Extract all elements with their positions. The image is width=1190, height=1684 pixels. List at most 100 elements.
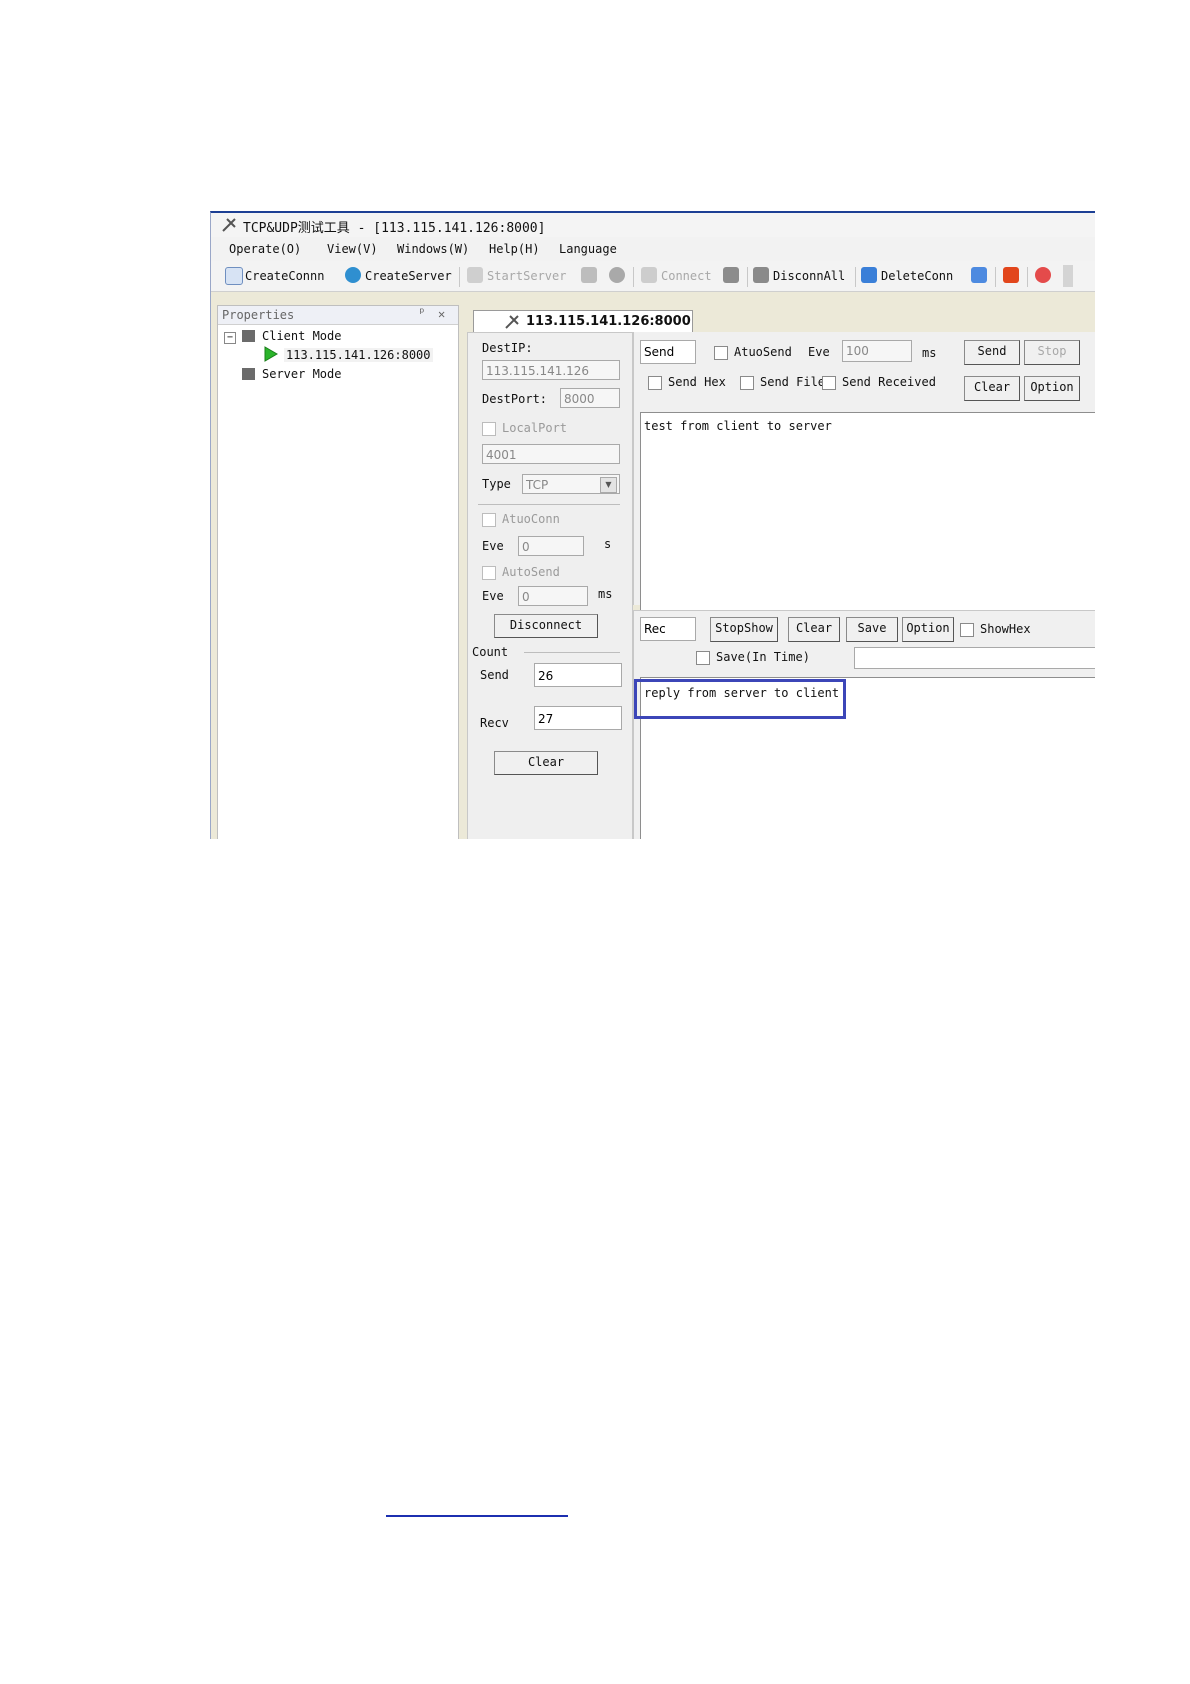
menu-view[interactable]: View(V): [327, 242, 378, 256]
send-textarea[interactable]: test from client to server: [640, 412, 1095, 612]
send-eve-field[interactable]: 100: [842, 340, 912, 362]
delete-conn-icon: [861, 267, 877, 283]
play-icon: [264, 346, 278, 362]
eve-label: Eve: [482, 539, 504, 553]
atuo-conn-label: AtuoConn: [502, 512, 560, 526]
create-conn-icon: [225, 267, 243, 285]
hyperlink-underline[interactable]: [386, 1515, 568, 1517]
stop-show-button[interactable]: StopShow: [710, 617, 778, 642]
recv-option-button[interactable]: Option: [902, 617, 954, 642]
connection-settings: DestIP: 113.115.141.126 DestPort: 8000 L…: [467, 332, 633, 839]
rec-box: Rec: [640, 617, 696, 641]
send-text: test from client to server: [644, 419, 832, 433]
local-port-label: LocalPort: [502, 421, 568, 435]
disconn-all-button[interactable]: DisconnAll: [773, 269, 845, 283]
send-received-label: Send Received: [842, 375, 936, 389]
exit-icon[interactable]: [1035, 267, 1051, 283]
send-count-field[interactable]: 26: [534, 663, 622, 687]
title-bar: TCP&UDP测试工具 - [113.115.141.126:8000]: [211, 213, 1095, 237]
menu-windows[interactable]: Windows(W): [397, 242, 469, 256]
tab-label: 113.115.141.126:8000: [526, 314, 691, 329]
show-hex-checkbox[interactable]: [960, 623, 974, 637]
delete-all-icon[interactable]: [971, 267, 987, 283]
dest-ip-field[interactable]: 113.115.141.126: [482, 360, 620, 380]
menu-language[interactable]: Language: [559, 242, 617, 256]
stop-server-icon[interactable]: [581, 267, 597, 283]
disconn-all-icon: [753, 267, 769, 283]
send-hex-label: Send Hex: [668, 375, 726, 389]
show-hex-label: ShowHex: [980, 622, 1031, 636]
send-hex-checkbox[interactable]: [648, 376, 662, 390]
start-server-button[interactable]: StartServer: [487, 269, 566, 283]
send-ms-label: ms: [922, 346, 937, 360]
eve2-field[interactable]: 0: [518, 586, 588, 606]
local-port-checkbox[interactable]: [482, 422, 496, 436]
properties-header: Properties ᵖ ✕: [218, 306, 458, 325]
auto-send-label: AutoSend: [502, 565, 560, 579]
chevron-down-icon[interactable]: ▼: [600, 477, 617, 493]
atuo-conn-checkbox[interactable]: [482, 513, 496, 527]
cancel-icon[interactable]: [609, 267, 625, 283]
connect-icon: [641, 267, 657, 283]
stop-button[interactable]: Stop: [1024, 340, 1080, 365]
send-panel: Send AtuoSend Eve 100 ms Send Stop Send …: [633, 332, 1095, 612]
disconnect-icon[interactable]: [723, 267, 739, 283]
tree-item-connection[interactable]: 113.115.141.126:8000: [284, 348, 433, 362]
dest-port-field[interactable]: 8000: [560, 388, 620, 408]
count-label: Count: [472, 645, 509, 659]
type-label: Type: [482, 477, 511, 491]
clear-count-button[interactable]: Clear: [494, 751, 598, 775]
create-conn-button[interactable]: CreateConnn: [245, 269, 324, 283]
menu-operate[interactable]: Operate(O): [229, 242, 301, 256]
tree-item-server-mode[interactable]: Server Mode: [262, 367, 341, 381]
tools-icon: [222, 218, 236, 232]
tools-icon: [505, 315, 519, 329]
send-count-label: Send: [480, 668, 509, 682]
properties-title: Properties: [222, 308, 295, 322]
tree-item-client-mode[interactable]: Client Mode: [262, 329, 341, 343]
send-clear-button[interactable]: Clear: [964, 376, 1020, 401]
recv-count-field[interactable]: 27: [534, 706, 622, 730]
type-value: TCP: [526, 478, 549, 492]
disconnect-button[interactable]: Disconnect: [494, 614, 598, 638]
power-icon[interactable]: [1003, 267, 1019, 283]
save-in-time-checkbox[interactable]: [696, 651, 710, 665]
send-file-checkbox[interactable]: [740, 376, 754, 390]
save-in-time-label: Save(In Time): [716, 650, 810, 664]
tree-expander[interactable]: −: [224, 332, 236, 344]
connect-button[interactable]: Connect: [661, 269, 712, 283]
toolbar: CreateConnn CreateServer StartServer Con…: [211, 261, 1095, 292]
send-received-checkbox[interactable]: [822, 376, 836, 390]
type-select[interactable]: TCP ▼: [522, 474, 620, 494]
globe-icon: [345, 267, 361, 283]
client-mode-icon: [242, 330, 255, 342]
properties-panel: Properties ᵖ ✕ − Client Mode 113.115.141…: [217, 305, 459, 839]
close-icon[interactable]: ✕: [438, 307, 445, 321]
eve2-label: Eve: [482, 589, 504, 603]
window-title: TCP&UDP测试工具 - [113.115.141.126:8000]: [243, 221, 546, 236]
pin-icon[interactable]: ᵖ: [418, 306, 426, 321]
create-server-button[interactable]: CreateServer: [365, 269, 452, 283]
highlight-box: [634, 679, 846, 719]
save-path-field[interactable]: [854, 647, 1095, 669]
start-server-icon: [467, 267, 483, 283]
recv-count-label: Recv: [480, 716, 509, 730]
atuo-send-label: AtuoSend: [734, 345, 792, 359]
send-option-button[interactable]: Option: [1024, 376, 1080, 401]
tab-connection[interactable]: 113.115.141.126:8000: [473, 310, 693, 334]
atuo-send-checkbox[interactable]: [714, 346, 728, 360]
recv-clear-button[interactable]: Clear: [788, 617, 840, 642]
eve-field[interactable]: 0: [518, 536, 584, 556]
toolbar-overflow-icon[interactable]: [1063, 265, 1073, 287]
recv-save-button[interactable]: Save: [846, 617, 898, 642]
dest-port-label: DestPort:: [482, 392, 548, 406]
eve2-unit: ms: [598, 587, 613, 601]
send-button[interactable]: Send: [964, 340, 1020, 365]
auto-send-checkbox[interactable]: [482, 566, 496, 580]
app-window: TCP&UDP测试工具 - [113.115.141.126:8000] Ope…: [210, 211, 1095, 839]
menu-help[interactable]: Help(H): [489, 242, 540, 256]
send-eve-label: Eve: [808, 345, 830, 359]
eve-unit: s: [604, 537, 612, 551]
local-port-field[interactable]: 4001: [482, 444, 620, 464]
delete-conn-button[interactable]: DeleteConn: [881, 269, 953, 283]
